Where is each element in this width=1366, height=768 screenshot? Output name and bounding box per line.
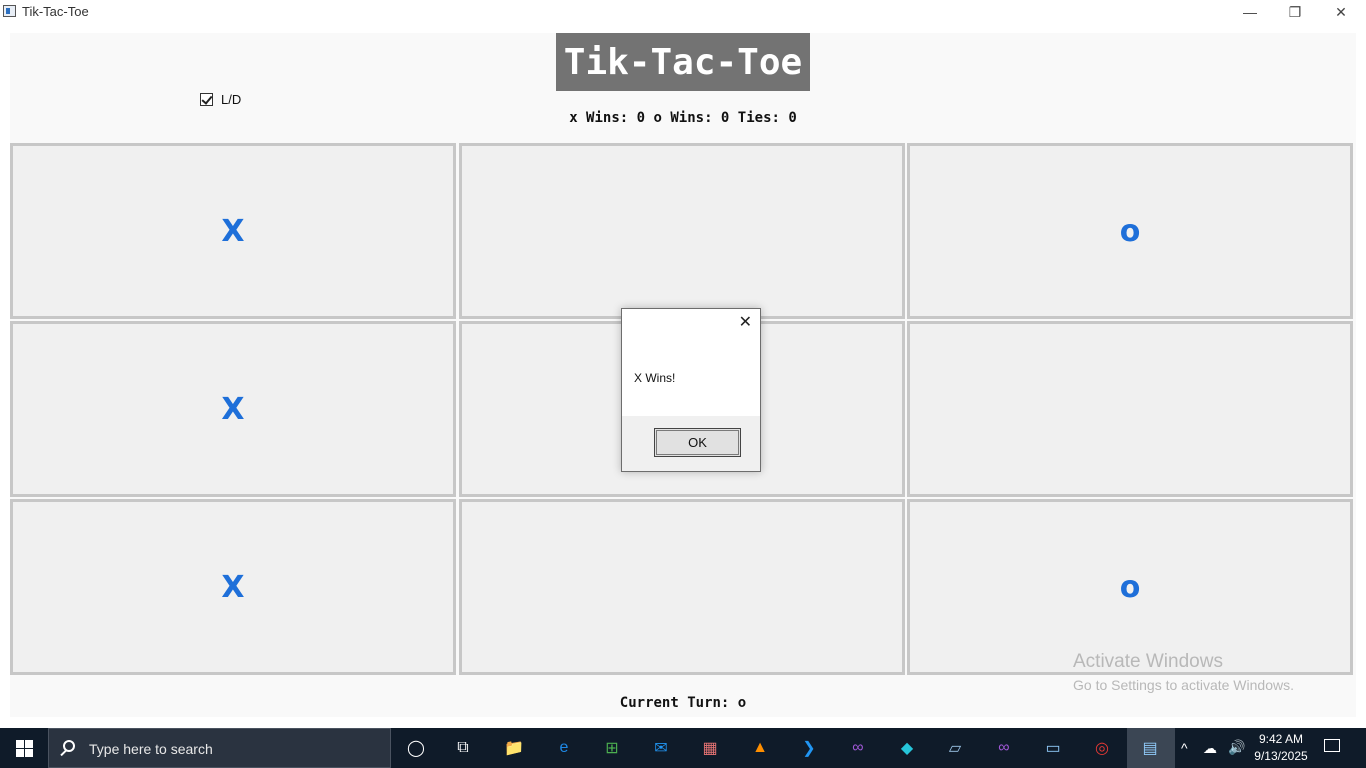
close-button[interactable]: ✕ <box>1318 0 1364 24</box>
title-bar: Tik-Tac-Toe — ❐ ✕ <box>0 0 1366 24</box>
windows-logo-icon <box>15 739 33 757</box>
vlc-icon[interactable]: ▲ <box>748 736 772 760</box>
activate-windows-title: Activate Windows <box>1073 651 1223 672</box>
activate-windows-subtitle: Go to Settings to activate Windows. <box>1073 677 1294 693</box>
vscode-icon[interactable]: ❯ <box>797 736 821 760</box>
current-turn: Current Turn: o <box>619 695 747 711</box>
start-button[interactable] <box>0 728 48 768</box>
visual-studio-preview-icon[interactable]: ∞ <box>992 736 1016 760</box>
visual-studio-icon[interactable]: ∞ <box>846 736 870 760</box>
app-icon-teal[interactable]: ◆ <box>895 736 919 760</box>
cortana-icon[interactable]: ◯ <box>404 736 428 760</box>
file-explorer-icon[interactable]: 📁 <box>502 736 526 760</box>
clock-time[interactable]: 9:42 AM <box>1252 732 1310 746</box>
onedrive-icon[interactable]: ☁ <box>1203 740 1217 757</box>
tiktactoe-taskbar-icon[interactable]: ▤ <box>1138 736 1162 760</box>
search-icon <box>63 740 75 752</box>
taskbar-search-box[interactable]: Type here to search <box>48 728 391 768</box>
board-cell-1[interactable] <box>459 143 905 319</box>
taskbar: Type here to search ◯ ⧉ 📁 e ⊞ ✉ ▦ ▲ ❯ ∞ ◆ ▱ ∞ ▭ ◎ ▤ ^ ☁… <box>0 728 1366 768</box>
ld-label: L/D <box>221 92 242 107</box>
ok-button[interactable]: OK <box>654 428 741 457</box>
board-cell-8[interactable]: o <box>907 499 1353 675</box>
game-app-icon[interactable]: ▦ <box>698 736 722 760</box>
board-cell-3[interactable]: X <box>10 321 456 497</box>
board-cell-6[interactable]: X <box>10 499 456 675</box>
tray-chevron-icon[interactable]: ^ <box>1181 740 1188 756</box>
minimize-button[interactable]: — <box>1227 0 1273 24</box>
board-cell-0[interactable]: X <box>10 143 456 319</box>
dialog-close-button[interactable]: ✕ <box>739 315 752 331</box>
dialog-message: X Wins! <box>634 371 676 385</box>
board-cell-7[interactable] <box>459 499 905 675</box>
chrome-icon[interactable]: ◎ <box>1090 736 1114 760</box>
store-icon[interactable]: ⊞ <box>600 736 624 760</box>
window-title: Tik-Tac-Toe <box>22 4 89 19</box>
window-app-icon[interactable]: ▭ <box>1041 736 1065 760</box>
search-placeholder: Type here to search <box>89 741 213 757</box>
ld-toggle[interactable]: L/D <box>200 92 241 107</box>
notification-icon[interactable] <box>1324 739 1340 752</box>
board-cell-2[interactable]: o <box>907 143 1353 319</box>
game-title: Tik-Tac-Toe <box>556 33 810 91</box>
message-dialog: ✕ X Wins! OK <box>621 308 761 472</box>
volume-icon[interactable]: 🔊 <box>1228 739 1245 756</box>
board-cell-5[interactable] <box>907 321 1353 497</box>
app-icon <box>3 5 16 17</box>
ld-checkbox[interactable] <box>200 93 213 106</box>
restore-button[interactable]: ❐ <box>1272 0 1318 24</box>
score-display: x Wins: 0 o Wins: 0 Ties: 0 <box>569 110 797 126</box>
dialog-footer: OK <box>622 416 760 471</box>
app-icon-paper[interactable]: ▱ <box>943 736 967 760</box>
task-view-icon[interactable]: ⧉ <box>451 736 475 760</box>
edge-icon[interactable]: e <box>552 736 576 760</box>
mail-icon[interactable]: ✉ <box>649 736 673 760</box>
clock-date[interactable]: 9/13/2025 <box>1252 749 1310 763</box>
